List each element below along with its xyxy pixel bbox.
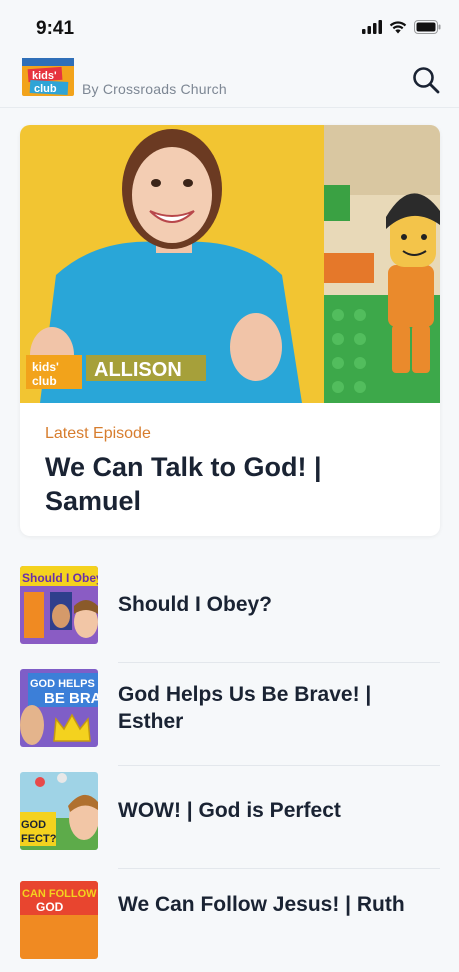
search-icon xyxy=(413,67,440,94)
latest-episode-thumbnail: kids' club ALLISON xyxy=(20,125,440,403)
episode-thumbnail: GOD FECT? xyxy=(20,772,98,850)
svg-text:GOD: GOD xyxy=(21,819,46,831)
episode-thumbnail: CAN FOLLOW GOD xyxy=(20,881,98,959)
svg-text:club: club xyxy=(32,374,57,388)
svg-text:kids': kids' xyxy=(32,70,57,82)
status-time: 9:41 xyxy=(36,18,75,39)
episode-title: God Helps Us Be Brave! | Esther xyxy=(118,683,372,733)
episode-thumbnail: GOD HELPS BE BRAVE xyxy=(20,669,98,747)
episode-thumbnail: Should I Obey? xyxy=(20,566,98,644)
episode-title: We Can Follow Jesus! | Ruth xyxy=(118,893,405,916)
svg-text:FECT?: FECT? xyxy=(21,833,57,845)
svg-text:club: club xyxy=(34,83,57,95)
list-item[interactable]: CAN FOLLOW GOD We Can Follow Jesus! | Ru… xyxy=(20,869,440,972)
kids-club-logo[interactable]: kids' club xyxy=(20,56,76,98)
svg-text:GOD: GOD xyxy=(36,900,64,914)
status-icons xyxy=(362,20,441,34)
wifi-icon xyxy=(389,21,407,34)
app-header: kids' club By Crossroads Church xyxy=(0,52,459,108)
svg-text:BE BRAVE: BE BRAVE xyxy=(44,690,98,707)
church-byline: By Crossroads Church xyxy=(82,81,227,97)
episode-title: WOW! | God is Perfect xyxy=(118,799,341,822)
svg-text:CAN FOLLOW: CAN FOLLOW xyxy=(22,888,97,900)
list-item[interactable]: GOD FECT? WOW! | God is Perfect xyxy=(20,766,440,869)
list-item[interactable]: GOD HELPS BE BRAVE God Helps Us Be Brave… xyxy=(20,663,440,766)
latest-episode-label: Latest Episode xyxy=(45,425,151,442)
svg-text:GOD HELPS: GOD HELPS xyxy=(30,678,95,690)
episode-title: Should I Obey? xyxy=(118,593,273,616)
search-button[interactable] xyxy=(411,65,441,95)
svg-text:kids': kids' xyxy=(32,360,59,374)
host-name-tag: ALLISON xyxy=(94,359,182,381)
episode-thumb-text: Should I Obey? xyxy=(22,571,98,585)
latest-episode-title: We Can Talk to God! | Samuel xyxy=(45,452,322,516)
battery-icon xyxy=(414,20,441,34)
latest-episode-card[interactable]: kids' club ALLISON Latest Episode We Can… xyxy=(20,125,440,536)
cellular-signal-icon xyxy=(362,20,382,34)
list-item[interactable]: Should I Obey? Should I Obey? xyxy=(20,560,440,663)
status-bar: 9:41 xyxy=(0,0,459,52)
